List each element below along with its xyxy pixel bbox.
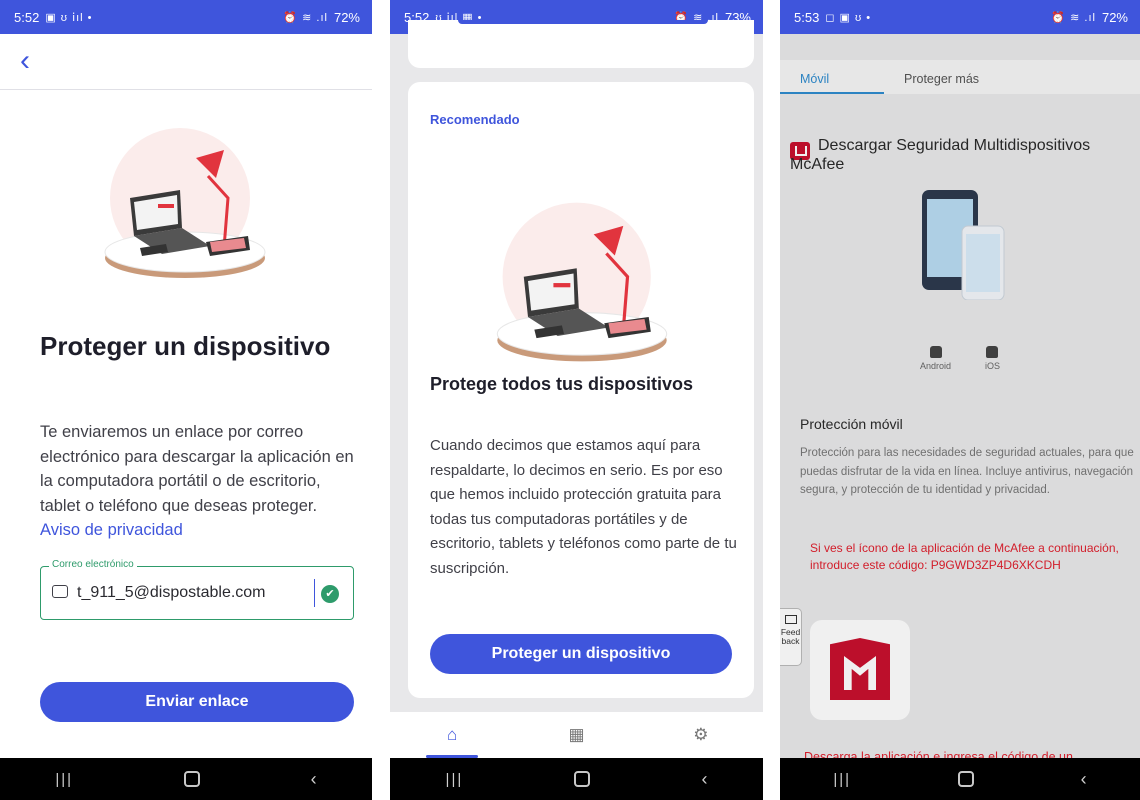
email-field[interactable]: Correo electrónico ✔ bbox=[40, 559, 354, 620]
system-nav-bar: ||| ‹ bbox=[780, 758, 1140, 800]
app-header: ‹ bbox=[0, 34, 372, 90]
status-time: 5:52 bbox=[14, 9, 40, 25]
android-icon bbox=[929, 346, 942, 358]
card-title: Protege todos tus dispositivos bbox=[430, 374, 694, 394]
card-description: Cuando decimos que estamos aquí para res… bbox=[430, 437, 737, 577]
previous-card bbox=[408, 20, 754, 68]
back-chevron-icon[interactable]: ‹ bbox=[20, 46, 30, 76]
home-icon[interactable] bbox=[957, 771, 974, 787]
os-ios: iOS bbox=[985, 346, 1000, 371]
status-time: 5:53 bbox=[794, 9, 820, 25]
phone-screen-protect-device: 5:52 ▣ ʊ ⅰıl • ⏰ ≋ .ıl 72% ‹ Proteger un… bbox=[0, 0, 372, 800]
system-nav-bar: ||| ‹ bbox=[0, 758, 372, 800]
activation-code-note: Si ves el ícono de la aplicación de McAf… bbox=[810, 541, 1119, 572]
page-title: Proteger un dispositivo bbox=[40, 331, 331, 361]
send-link-button[interactable]: Enviar enlace bbox=[40, 682, 354, 722]
feedback-label: Feed back bbox=[780, 627, 801, 646]
os-android-label: Android bbox=[920, 361, 952, 371]
recents-icon[interactable]: ||| bbox=[55, 771, 73, 788]
battery-level: 72% bbox=[1101, 9, 1128, 25]
email-field-label: Correo electrónico bbox=[49, 559, 137, 570]
status-notification-icons: ◻ ▣ ʊ • bbox=[825, 11, 872, 24]
section-title: Protección móvil bbox=[800, 416, 903, 432]
bottom-tab-bar: ⌂ ▦ ⚙ bbox=[390, 712, 763, 758]
checkmark-icon: ✔ bbox=[321, 585, 339, 603]
home-icon: ⌂ bbox=[447, 725, 458, 744]
grid-icon: ▦ bbox=[568, 725, 585, 744]
platform-tabs: Móvil Proteger más bbox=[780, 60, 1140, 94]
os-list: Android iOS bbox=[920, 346, 1000, 371]
phone-tablet-illustration bbox=[922, 190, 1005, 300]
download-title-brand: McAfee bbox=[790, 156, 845, 173]
back-icon[interactable]: ‹ bbox=[311, 769, 317, 790]
os-android: Android bbox=[920, 346, 951, 371]
recommended-label: Recomendado bbox=[430, 112, 520, 127]
recommended-card: Recomendado Protege todos tus dispositiv… bbox=[408, 82, 754, 698]
envelope-icon bbox=[52, 585, 68, 598]
os-ios-label: iOS bbox=[984, 361, 1000, 371]
tab-protect-more[interactable]: Proteger más bbox=[884, 60, 999, 94]
mcafee-app-tile[interactable] bbox=[810, 620, 910, 720]
mcafee-app-icon bbox=[830, 638, 890, 700]
gear-icon: ⚙ bbox=[693, 725, 709, 744]
feedback-icon bbox=[784, 615, 797, 624]
feedback-tab[interactable]: Feed back bbox=[780, 608, 802, 666]
protect-device-button[interactable]: Proteger un dispositivo bbox=[430, 634, 732, 674]
phone-screen-download-page: 5:53 ◻ ▣ ʊ • ⏰ ≋ .ıl 72% Móvil Proteger … bbox=[780, 0, 1140, 800]
laptop-lamp-illustration bbox=[104, 128, 266, 278]
recents-icon[interactable]: ||| bbox=[833, 771, 851, 788]
status-signal-icons: ⏰ ≋ .ıl bbox=[1051, 11, 1096, 24]
status-signal-icons: ⏰ ≋ .ıl bbox=[283, 11, 328, 24]
apple-icon bbox=[986, 346, 999, 358]
previous-card-button-edge bbox=[458, 20, 708, 24]
tab-apps[interactable]: ▦ bbox=[536, 712, 616, 758]
battery-level: 72% bbox=[333, 9, 360, 25]
laptop-lamp-illustration bbox=[496, 202, 668, 362]
email-input[interactable] bbox=[77, 579, 315, 607]
back-icon[interactable]: ‹ bbox=[1081, 769, 1087, 790]
home-icon[interactable] bbox=[183, 771, 200, 787]
phone-screen-protect-all: 5:52 ʊ ⅰıl ▦ • ⏰ ≋ .ıl 73% Recomendado P… bbox=[390, 0, 763, 800]
page-description: Te enviaremos un enlace por correo elect… bbox=[40, 420, 360, 543]
status-notification-icons: ▣ ʊ ⅰıl • bbox=[45, 11, 93, 24]
back-icon[interactable]: ‹ bbox=[701, 769, 707, 790]
status-bar: 5:53 ◻ ▣ ʊ • ⏰ ≋ .ıl 72% bbox=[780, 0, 1140, 34]
privacy-notice-link[interactable]: Aviso de privacidad bbox=[40, 521, 183, 539]
download-title: Descargar Seguridad Multidispositivos bbox=[818, 137, 1091, 154]
status-bar: 5:52 ▣ ʊ ⅰıl • ⏰ ≋ .ıl 72% bbox=[0, 0, 372, 34]
system-nav-bar: ||| ‹ bbox=[390, 758, 763, 800]
home-icon[interactable] bbox=[574, 771, 591, 787]
description-text: Te enviaremos un enlace por correo elect… bbox=[40, 423, 354, 515]
tab-settings[interactable]: ⚙ bbox=[661, 712, 741, 758]
section-description: Protección para las necesidades de segur… bbox=[800, 447, 1134, 496]
recents-icon[interactable]: ||| bbox=[446, 771, 464, 788]
tab-home[interactable]: ⌂ bbox=[412, 712, 492, 758]
tab-mobile[interactable]: Móvil bbox=[780, 60, 884, 94]
